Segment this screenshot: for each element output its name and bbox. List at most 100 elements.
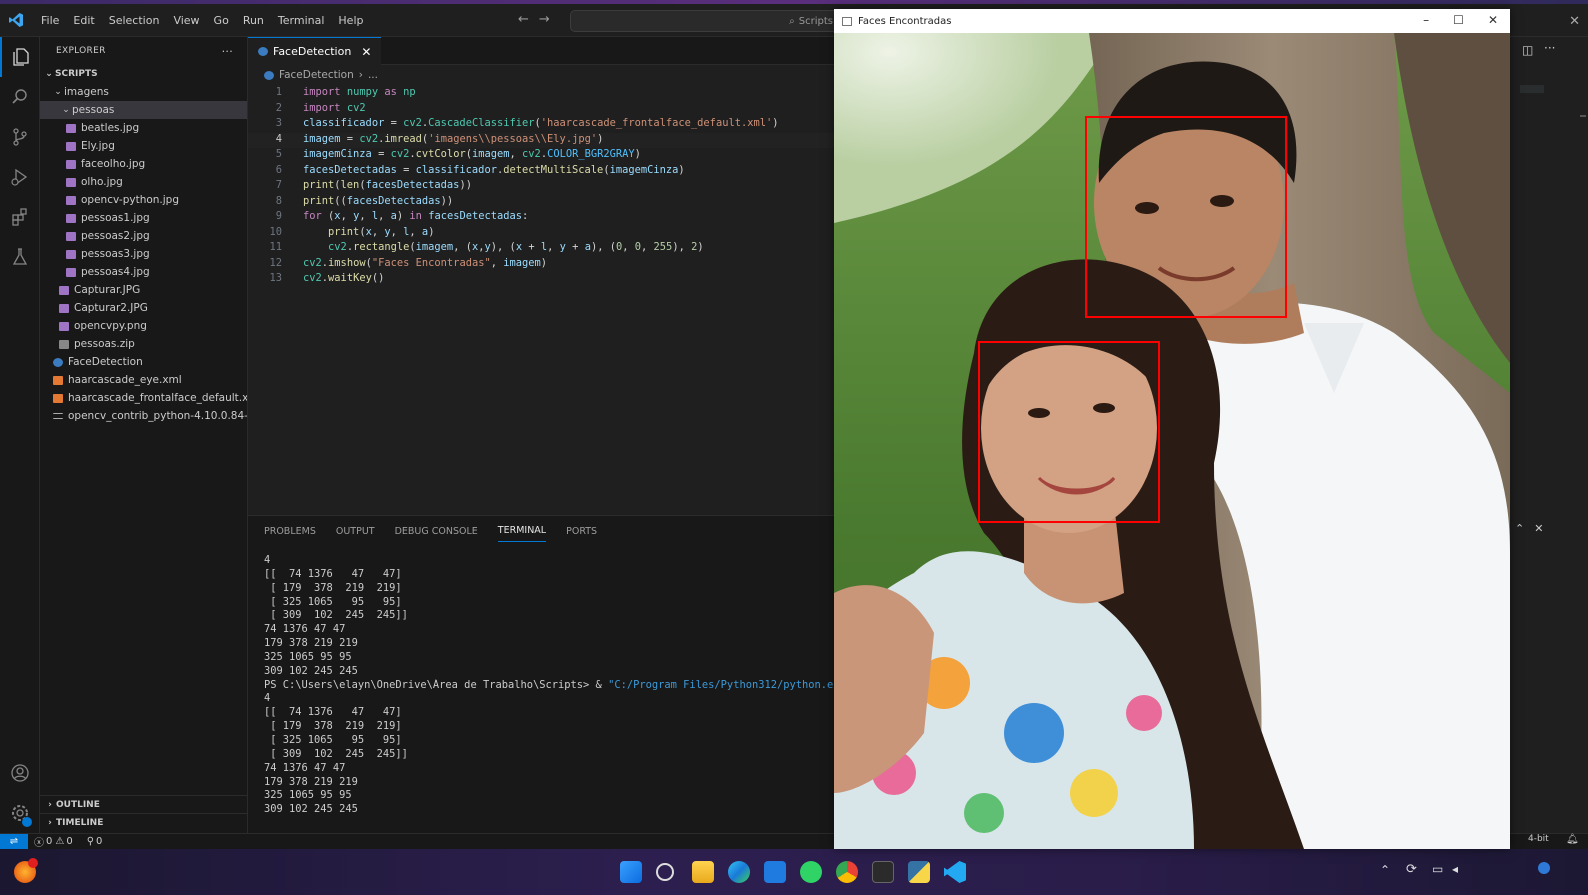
maximize-panel-icon[interactable]: ⌃ <box>1515 522 1534 535</box>
tree-file[interactable]: opencvpy.png <box>40 317 247 335</box>
menu-terminal[interactable]: Terminal <box>271 14 332 27</box>
tree-file-label: opencvpy.png <box>74 320 147 332</box>
tree-file[interactable]: pessoas3.jpg <box>40 245 247 263</box>
tree-file[interactable]: pessoas.zip <box>40 335 247 353</box>
tab-output[interactable]: OUTPUT <box>336 521 375 542</box>
menu-view[interactable]: View <box>166 14 206 27</box>
menu-run[interactable]: Run <box>236 14 271 27</box>
python-taskbar-icon[interactable] <box>908 861 930 883</box>
tab-ports[interactable]: PORTS <box>566 521 597 542</box>
command-center-search[interactable]: ⌕ Scripts <box>570 10 840 32</box>
terminal-python-path: "C:/Program Files/Python312/python.exe" … <box>608 678 834 691</box>
tree-file[interactable]: FaceDetection <box>40 353 247 371</box>
tree-folder-pessoas[interactable]: ⌄ pessoas <box>40 101 247 119</box>
explorer-more-icon[interactable]: ··· <box>222 45 233 58</box>
tray-chevron-icon[interactable]: ⌃ <box>1380 863 1390 877</box>
maximize-button[interactable]: ☐ <box>1453 13 1464 27</box>
menu-edit[interactable]: Edit <box>66 14 101 27</box>
status-encoding[interactable]: 4-bit <box>1528 834 1549 844</box>
breadcrumb-rest[interactable]: ... <box>368 69 378 81</box>
search-activity-icon[interactable] <box>0 77 40 117</box>
split-editor-icon[interactable]: ◫ <box>1522 43 1533 57</box>
taskbar-search-icon[interactable] <box>656 863 674 881</box>
breadcrumb-file[interactable]: FaceDetection <box>279 69 354 81</box>
tree-file-label: Capturar.JPG <box>74 284 141 296</box>
tree-root-scripts[interactable]: ⌄ SCRIPTS <box>40 65 247 83</box>
ports-count[interactable]: 0 <box>96 836 102 847</box>
menu-file[interactable]: File <box>34 14 66 27</box>
tab-close-icon[interactable]: ✕ <box>361 45 371 59</box>
tab-debug-console[interactable]: DEBUG CONSOLE <box>395 521 478 542</box>
tree-file[interactable]: olho.jpg <box>40 173 247 191</box>
file-explorer-icon[interactable] <box>692 861 714 883</box>
source-control-icon[interactable] <box>0 117 40 157</box>
back-arrow-icon[interactable]: ← <box>518 12 539 27</box>
tray-sync-icon[interactable]: ⟳ <box>1406 862 1417 877</box>
menu-help[interactable]: Help <box>331 14 370 27</box>
settings-gear-icon[interactable] <box>0 793 40 833</box>
close-panel-icon[interactable]: ✕ <box>1534 522 1553 535</box>
tree-file[interactable]: Ely.jpg <box>40 137 247 155</box>
tree-file[interactable]: haarcascade_eye.xml <box>40 371 247 389</box>
tree-file[interactable]: Capturar.JPG <box>40 281 247 299</box>
minimap[interactable] <box>1520 85 1544 93</box>
whatsapp-icon[interactable] <box>800 861 822 883</box>
outline-section[interactable]: › OUTLINE <box>40 795 248 813</box>
tab-problems[interactable]: PROBLEMS <box>264 521 316 542</box>
tree-file[interactable]: haarcascade_frontalface_default.xml <box>40 389 247 407</box>
tree-file[interactable]: faceolho.jpg <box>40 155 247 173</box>
warning-count[interactable]: 0 <box>66 836 72 847</box>
terminal-output[interactable]: 4[[ 74 1376 47 47] [ 179 378 219 219] [ … <box>248 546 834 817</box>
minimize-button[interactable]: – <box>1423 13 1429 27</box>
code-editor[interactable]: 1 import numpy as np 2 import cv2 3 classif… <box>248 86 834 288</box>
tree-file[interactable]: Capturar2.JPG <box>40 299 247 317</box>
close-button[interactable]: ✕ <box>1488 13 1498 27</box>
chrome-icon[interactable] <box>836 861 858 883</box>
tree-file[interactable]: pessoas1.jpg <box>40 209 247 227</box>
run-debug-icon[interactable] <box>0 157 40 197</box>
detected-faces-photo <box>834 33 1510 849</box>
ports-icon[interactable]: ⚲ <box>87 836 94 847</box>
edge-browser-icon[interactable] <box>728 861 750 883</box>
error-count[interactable]: 0 <box>46 836 52 847</box>
tree-file-label: faceolho.jpg <box>81 158 146 170</box>
folder-label: pessoas <box>72 104 115 116</box>
chevron-right-icon: › <box>48 817 52 828</box>
scrollbar[interactable] <box>1580 115 1586 117</box>
tree-file[interactable]: opencv_contrib_python-4.10.0.84-cp... <box>40 407 247 425</box>
tab-terminal[interactable]: TERMINAL <box>497 520 547 542</box>
account-icon[interactable] <box>0 753 40 793</box>
menu-bar: File Edit Selection View Go Run Terminal… <box>34 14 370 27</box>
terminal-line: [[ 74 1376 47 47] <box>264 567 402 580</box>
tree-file-label: pessoas3.jpg <box>81 248 150 260</box>
editor-more-icon[interactable]: ··· <box>1544 41 1555 55</box>
tab-facedetection[interactable]: FaceDetection ✕ <box>248 37 382 65</box>
tree-file[interactable]: pessoas2.jpg <box>40 227 247 245</box>
remote-icon[interactable]: ⇌ <box>0 833 28 850</box>
image-file-icon <box>66 231 76 241</box>
tree-folder-imagens[interactable]: ⌄ imagens <box>40 83 247 101</box>
forward-arrow-icon[interactable]: → <box>539 12 560 27</box>
explorer-icon[interactable] <box>0 37 40 77</box>
tree-file[interactable]: opencv-python.jpg <box>40 191 247 209</box>
tree-file[interactable]: beatles.jpg <box>40 119 247 137</box>
vscode-close-icon[interactable]: ✕ <box>1569 14 1580 29</box>
error-icon[interactable]: ⓧ <box>34 834 44 849</box>
tray-notification-icon[interactable] <box>1538 862 1550 874</box>
tray-network-icon[interactable]: ▭ <box>1432 862 1443 876</box>
zip-file-icon <box>59 339 69 349</box>
menu-go[interactable]: Go <box>207 14 236 27</box>
menu-selection[interactable]: Selection <box>102 14 167 27</box>
tree-file[interactable]: pessoas4.jpg <box>40 263 247 281</box>
warning-icon[interactable]: ⚠ <box>55 836 64 847</box>
extensions-icon[interactable] <box>0 197 40 237</box>
store-icon[interactable] <box>764 861 786 883</box>
notifications-icon[interactable]: 🔔︎ <box>1566 834 1579 845</box>
terminal-taskbar-icon[interactable] <box>872 861 894 883</box>
timeline-section[interactable]: › TIMELINE <box>40 813 248 831</box>
windows-start-icon[interactable] <box>620 861 642 883</box>
testing-flask-icon[interactable] <box>0 237 40 277</box>
opencv-window-titlebar[interactable]: Faces Encontradas – ☐ ✕ <box>834 9 1510 33</box>
panel-controls: ⌃✕ <box>1515 522 1553 535</box>
tray-volume-icon[interactable]: ◂ <box>1452 862 1458 876</box>
